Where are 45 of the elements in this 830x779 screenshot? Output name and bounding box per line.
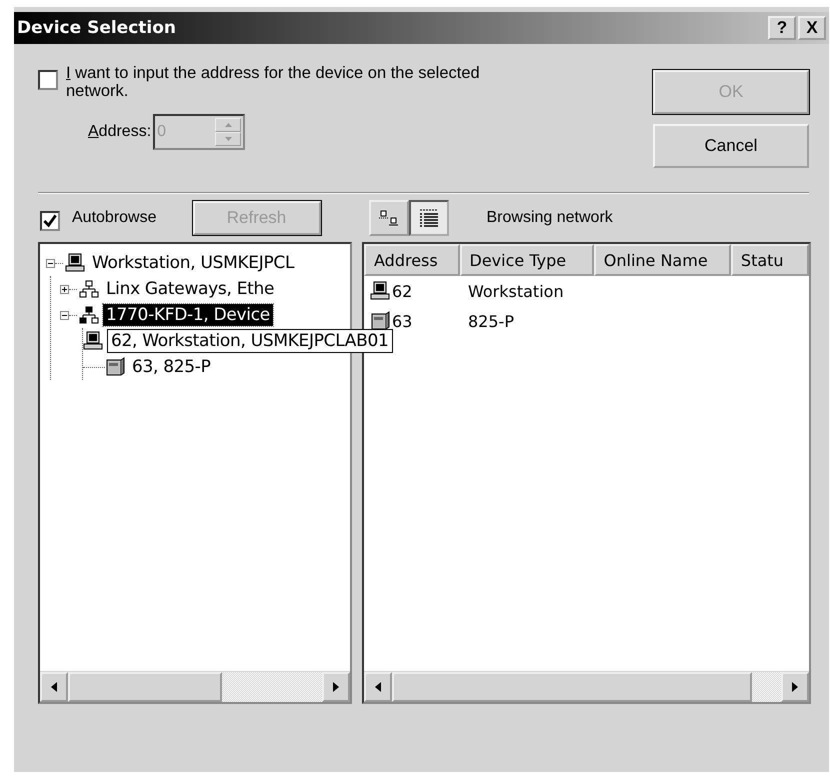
computer-icon xyxy=(65,253,85,273)
icon-view-icon xyxy=(378,209,400,227)
scroll-right-icon[interactable] xyxy=(792,682,798,692)
help-button[interactable]: ? xyxy=(768,16,796,40)
cancel-button[interactable]: Cancel xyxy=(653,124,809,168)
column-header[interactable]: Online Name xyxy=(594,244,731,276)
checkbox-label: I want to input the address for the device on the selected network. xyxy=(66,64,481,100)
horizontal-scrollbar[interactable] xyxy=(40,671,350,702)
computer-icon xyxy=(370,281,390,301)
icon-view-button[interactable] xyxy=(368,200,408,236)
scroll-left-icon[interactable] xyxy=(375,682,381,692)
status-text: Browsing network xyxy=(486,209,613,227)
tree-item[interactable]: Linx Gateways, Ethe xyxy=(103,278,278,300)
details-view-icon xyxy=(418,207,440,229)
column-header[interactable]: Device Type xyxy=(460,244,594,276)
tree-item[interactable]: 63, 825-P xyxy=(129,356,214,378)
table-cell-text: 62 xyxy=(392,282,414,300)
computer-icon xyxy=(83,331,103,351)
scrollbar-track[interactable] xyxy=(752,672,781,702)
tooltip: 62, Workstation, USMKEJPCLAB01 xyxy=(107,329,393,353)
column-header[interactable]: Statu xyxy=(730,244,809,276)
network-icon xyxy=(79,306,99,324)
column-header[interactable]: Address xyxy=(364,244,460,276)
table-cell: 825-P xyxy=(468,312,514,330)
scroll-right-icon[interactable] xyxy=(333,682,339,692)
address-label: Address: xyxy=(88,123,152,141)
tree-item[interactable]: 1770-KFD-1, Device xyxy=(103,304,273,326)
scroll-left-icon[interactable] xyxy=(51,682,57,692)
window-title: Device Selection xyxy=(17,18,176,38)
scrollbar-thumb[interactable] xyxy=(392,672,752,702)
table-cell-text: 63 xyxy=(392,312,414,330)
expand-icon[interactable] xyxy=(60,284,69,294)
network-icon xyxy=(79,280,99,298)
device-icon xyxy=(370,311,390,331)
scrollbar-thumb[interactable] xyxy=(68,672,222,702)
details-view-button[interactable] xyxy=(408,200,448,236)
horizontal-scrollbar[interactable] xyxy=(364,671,809,702)
collapse-icon[interactable] xyxy=(46,258,55,268)
autobrowse-label: Autobrowse xyxy=(72,209,156,227)
address-checkbox[interactable] xyxy=(38,70,58,90)
autobrowse-checkbox[interactable] xyxy=(40,211,60,231)
tree-item[interactable]: Workstation, USMKEJPCL xyxy=(89,252,298,274)
collapse-icon[interactable] xyxy=(60,310,69,320)
close-button[interactable]: X xyxy=(798,16,826,40)
table-cell: Workstation xyxy=(468,282,564,300)
